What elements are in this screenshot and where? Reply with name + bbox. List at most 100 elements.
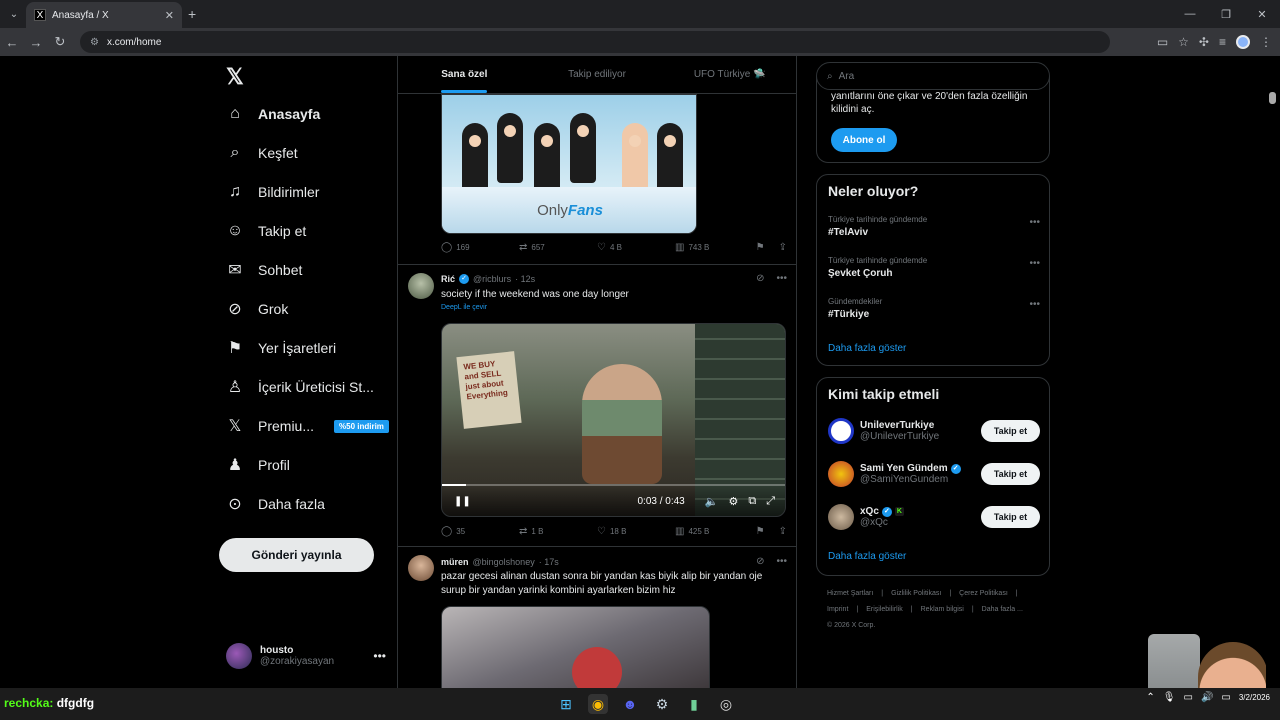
fullscreen-icon[interactable]: ⤢	[766, 495, 775, 508]
follow-suggestion[interactable]: xQc ✓ K @xQc Takip et	[828, 502, 1040, 532]
close-icon[interactable]: ✕	[165, 9, 174, 22]
repost-button[interactable]: ⇄ 657	[519, 242, 597, 253]
subscribe-button[interactable]: Abone ol	[831, 128, 897, 152]
profile-avatar-icon[interactable]	[1236, 35, 1250, 49]
nav-item-follow[interactable]: ☺ Takip et	[226, 222, 306, 240]
share-icon[interactable]: ⇪	[779, 242, 787, 253]
cast-icon[interactable]: ▭	[1157, 35, 1168, 49]
tab-ufo-turkiye[interactable]: UFO Türkiye 🛸	[663, 56, 796, 93]
follow-suggestion[interactable]: Sami Yen Gündem ✓ @SamiYenGundem Takip et	[828, 459, 1040, 489]
repost-button[interactable]: ⇄ 1 B	[519, 526, 597, 537]
site-info-icon[interactable]: ⚙	[90, 37, 99, 48]
grok-icon[interactable]: ⊘	[756, 273, 764, 284]
microphone-icon[interactable]: 🎙	[1163, 692, 1176, 703]
author-name[interactable]: Rić	[441, 274, 455, 284]
chrome-icon[interactable]: ◉	[588, 694, 608, 714]
post-button[interactable]: Gönderi yayınla	[219, 538, 374, 572]
translate-link[interactable]: DeepL ile çevir	[441, 304, 487, 311]
nav-item-home[interactable]: ⌂ Anasayfa	[226, 105, 320, 123]
minimize-icon[interactable]: —	[1172, 0, 1208, 28]
scrollbar[interactable]	[1266, 56, 1280, 688]
window-close-icon[interactable]: ✕	[1244, 0, 1280, 28]
tab-following[interactable]: Takip ediliyor	[531, 56, 664, 93]
windows-start-icon[interactable]: ⊞	[556, 694, 576, 714]
video-player[interactable]: WE BUY and SELL just about Everything ❚❚…	[441, 323, 786, 517]
reply-button[interactable]: ◯ 35	[441, 526, 519, 537]
reply-button[interactable]: ◯ 169	[441, 242, 519, 253]
avatar[interactable]	[408, 555, 434, 581]
show-more-link[interactable]: Daha fazla göster	[828, 343, 906, 354]
new-tab-icon[interactable]: +	[188, 6, 196, 22]
more-icon[interactable]: •••	[776, 273, 787, 284]
like-button[interactable]: ♡ 4 B	[597, 242, 675, 253]
scrollbar-thumb[interactable]	[1269, 92, 1276, 104]
share-icon[interactable]: ⇪	[779, 526, 787, 537]
bookmark-star-icon[interactable]: ☆	[1178, 35, 1189, 49]
nav-item-grok[interactable]: ⊘ Grok	[226, 300, 288, 318]
tab-search-icon[interactable]: ⌄	[0, 0, 28, 28]
tab-for-you[interactable]: Sana özel	[398, 56, 531, 93]
show-more-link[interactable]: Daha fazla göster	[828, 551, 906, 562]
views-button[interactable]: ▥ 743 B	[675, 242, 753, 253]
post-image[interactable]: Only Fans	[441, 94, 697, 234]
trend-item[interactable]: Türkiye tarihinde gündemde Şevket Çoruh …	[828, 256, 1040, 279]
author-name[interactable]: müren	[441, 557, 469, 567]
post-time[interactable]: · 17s	[539, 557, 559, 567]
nav-item-chat[interactable]: ✉ Sohbet	[226, 261, 302, 279]
restore-icon[interactable]: ❐	[1208, 0, 1244, 28]
x-logo-icon[interactable]: 𝕏	[226, 64, 244, 90]
volume-icon[interactable]: 🔊	[1201, 692, 1213, 703]
post-time[interactable]: · 12s	[515, 274, 535, 284]
more-icon[interactable]: •••	[1029, 258, 1040, 269]
nav-item-premium[interactable]: 𝕏 Premiu... %50 indirim	[226, 417, 389, 435]
menu-icon[interactable]: ⋮	[1260, 35, 1272, 49]
chevron-up-icon[interactable]: ⌃	[1146, 692, 1154, 703]
nav-item-creator-studio[interactable]: ♙ İçerik Üreticisi St...	[226, 378, 374, 396]
trend-item[interactable]: Türkiye tarihinde gündemde #TelAviv •••	[828, 215, 1040, 238]
bookmark-icon[interactable]: ⚑	[756, 242, 765, 253]
nav-item-bookmarks[interactable]: ⚑ Yer İşaretleri	[226, 339, 336, 357]
nav-item-more[interactable]: ⊙ Daha fazla	[226, 495, 325, 513]
grok-icon[interactable]: ⊘	[756, 556, 764, 567]
discord-icon[interactable]: ☻	[620, 694, 640, 714]
follow-suggestion[interactable]: UnileverTurkiye @UnileverTurkiye Takip e…	[828, 416, 1040, 446]
trend-item[interactable]: Gündemdekiler #Türkiye •••	[828, 297, 1040, 320]
battery-icon[interactable]: ▭	[1221, 692, 1230, 703]
account-switcher[interactable]: housto @zorakiyasayan •••	[226, 643, 386, 669]
author-handle[interactable]: @ricblurs	[473, 274, 511, 284]
app-icon[interactable]: ▮	[684, 694, 704, 714]
media-icon[interactable]: ≡	[1219, 35, 1226, 49]
search-input[interactable]: ⌕ Ara	[816, 62, 1050, 90]
follow-button[interactable]: Takip et	[981, 420, 1040, 442]
follow-button[interactable]: Takip et	[981, 506, 1040, 528]
network-icon[interactable]: ▭	[1184, 692, 1193, 703]
clock[interactable]: 3/2/2026	[1239, 692, 1270, 703]
obs-icon[interactable]: ◎	[716, 694, 736, 714]
nav-item-explore[interactable]: ⌕ Keşfet	[226, 144, 298, 162]
forward-icon[interactable]: →	[24, 35, 48, 50]
pip-icon[interactable]: ⧉	[748, 495, 756, 508]
nav-item-profile[interactable]: ♟ Profil	[226, 456, 290, 474]
post-image[interactable]	[441, 606, 710, 688]
author-handle[interactable]: @bingolshoney	[473, 557, 535, 567]
nav-item-notifications[interactable]: ♫ Bildirimler	[226, 183, 319, 201]
reload-icon[interactable]: ↻	[48, 34, 72, 50]
views-button[interactable]: ▥ 425 B	[675, 526, 753, 537]
address-bar[interactable]: ⚙ x.com/home	[80, 31, 1110, 53]
browser-tab[interactable]: X Anasayfa / X ✕	[26, 2, 182, 28]
more-icon[interactable]: •••	[776, 556, 787, 567]
more-icon[interactable]: •••	[373, 649, 386, 663]
settings-icon[interactable]: ⚙	[728, 495, 738, 508]
back-icon[interactable]: ←	[0, 35, 24, 50]
pause-icon[interactable]: ❚❚	[454, 496, 471, 507]
mute-icon[interactable]: 🔈	[705, 495, 719, 508]
follow-button[interactable]: Takip et	[981, 463, 1040, 485]
verified-icon: ✓	[459, 273, 470, 284]
like-button[interactable]: ♡ 18 B	[597, 526, 675, 537]
more-icon[interactable]: •••	[1029, 299, 1040, 310]
steam-icon[interactable]: ⚙	[652, 694, 672, 714]
extensions-icon[interactable]: ✣	[1199, 35, 1209, 49]
avatar[interactable]	[408, 273, 434, 299]
bookmark-icon[interactable]: ⚑	[756, 526, 765, 537]
more-icon[interactable]: •••	[1029, 217, 1040, 228]
